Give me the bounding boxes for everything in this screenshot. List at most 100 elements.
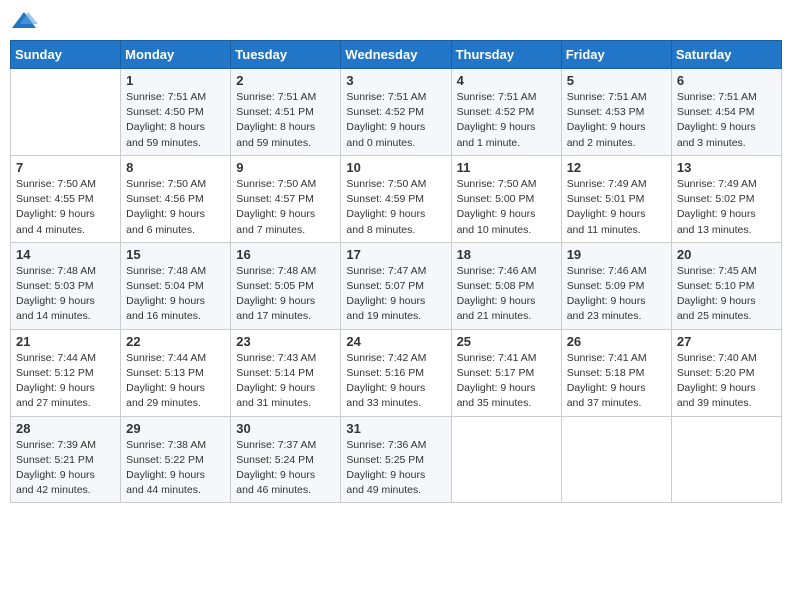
day-info: Sunrise: 7:41 AM Sunset: 5:17 PM Dayligh…: [457, 351, 556, 412]
day-info: Sunrise: 7:50 AM Sunset: 5:00 PM Dayligh…: [457, 177, 556, 238]
day-number: 28: [16, 421, 115, 436]
day-info: Sunrise: 7:51 AM Sunset: 4:54 PM Dayligh…: [677, 90, 776, 151]
calendar-cell: 28 Sunrise: 7:39 AM Sunset: 5:21 PM Dayli…: [11, 416, 121, 503]
day-info: Sunrise: 7:45 AM Sunset: 5:10 PM Dayligh…: [677, 264, 776, 325]
week-row-3: 21 Sunrise: 7:44 AM Sunset: 5:12 PM Dayli…: [11, 329, 782, 416]
calendar-cell: 26 Sunrise: 7:41 AM Sunset: 5:18 PM Dayli…: [561, 329, 671, 416]
day-number: 15: [126, 247, 225, 262]
week-row-4: 28 Sunrise: 7:39 AM Sunset: 5:21 PM Dayli…: [11, 416, 782, 503]
week-row-1: 7Sunrise: 7:50 AM Sunset: 4:55 PM Daylig…: [11, 155, 782, 242]
calendar-cell: 8Sunrise: 7:50 AM Sunset: 4:56 PM Daylig…: [121, 155, 231, 242]
calendar-cell: 29 Sunrise: 7:38 AM Sunset: 5:22 PM Dayli…: [121, 416, 231, 503]
calendar-cell: 11 Sunrise: 7:50 AM Sunset: 5:00 PM Dayli…: [451, 155, 561, 242]
day-number: 23: [236, 334, 335, 349]
calendar-cell: 19Sunrise: 7:46 AM Sunset: 5:09 PM Dayli…: [561, 242, 671, 329]
calendar-cell: 7Sunrise: 7:50 AM Sunset: 4:55 PM Daylig…: [11, 155, 121, 242]
day-number: 5: [567, 73, 666, 88]
day-info: Sunrise: 7:50 AM Sunset: 4:55 PM Dayligh…: [16, 177, 115, 238]
day-info: Sunrise: 7:44 AM Sunset: 5:13 PM Dayligh…: [126, 351, 225, 412]
day-info: Sunrise: 7:41 AM Sunset: 5:18 PM Dayligh…: [567, 351, 666, 412]
calendar-cell: [561, 416, 671, 503]
day-number: 25: [457, 334, 556, 349]
week-row-2: 14 Sunrise: 7:48 AM Sunset: 5:03 PM Dayli…: [11, 242, 782, 329]
day-info: Sunrise: 7:48 AM Sunset: 5:05 PM Dayligh…: [236, 264, 335, 325]
day-number: 14: [16, 247, 115, 262]
day-info: Sunrise: 7:44 AM Sunset: 5:12 PM Dayligh…: [16, 351, 115, 412]
day-info: Sunrise: 7:50 AM Sunset: 4:57 PM Dayligh…: [236, 177, 335, 238]
calendar-cell: 15 Sunrise: 7:48 AM Sunset: 5:04 PM Dayli…: [121, 242, 231, 329]
day-number: 21: [16, 334, 115, 349]
calendar-cell: 14 Sunrise: 7:48 AM Sunset: 5:03 PM Dayli…: [11, 242, 121, 329]
day-info: Sunrise: 7:37 AM Sunset: 5:24 PM Dayligh…: [236, 438, 335, 499]
day-number: 17: [346, 247, 445, 262]
calendar-header: SundayMondayTuesdayWednesdayThursdayFrid…: [11, 41, 782, 69]
day-info: Sunrise: 7:50 AM Sunset: 4:56 PM Dayligh…: [126, 177, 225, 238]
day-number: 10: [346, 160, 445, 175]
day-number: 31: [346, 421, 445, 436]
day-info: Sunrise: 7:46 AM Sunset: 5:08 PM Dayligh…: [457, 264, 556, 325]
day-number: 13: [677, 160, 776, 175]
calendar-cell: 30Sunrise: 7:37 AM Sunset: 5:24 PM Dayli…: [231, 416, 341, 503]
calendar-cell: 24 Sunrise: 7:42 AM Sunset: 5:16 PM Dayli…: [341, 329, 451, 416]
calendar-cell: 13 Sunrise: 7:49 AM Sunset: 5:02 PM Dayli…: [671, 155, 781, 242]
calendar-cell: 17 Sunrise: 7:47 AM Sunset: 5:07 PM Dayli…: [341, 242, 451, 329]
day-number: 2: [236, 73, 335, 88]
calendar-cell: 22 Sunrise: 7:44 AM Sunset: 5:13 PM Dayli…: [121, 329, 231, 416]
header-day-tuesday: Tuesday: [231, 41, 341, 69]
day-info: Sunrise: 7:39 AM Sunset: 5:21 PM Dayligh…: [16, 438, 115, 499]
calendar-cell: 6 Sunrise: 7:51 AM Sunset: 4:54 PM Daylig…: [671, 69, 781, 156]
day-info: Sunrise: 7:48 AM Sunset: 5:03 PM Dayligh…: [16, 264, 115, 325]
day-number: 26: [567, 334, 666, 349]
logo-icon: [10, 10, 38, 32]
day-info: Sunrise: 7:51 AM Sunset: 4:52 PM Dayligh…: [346, 90, 445, 151]
day-number: 19: [567, 247, 666, 262]
calendar-cell: [671, 416, 781, 503]
page-header: [10, 10, 782, 32]
calendar-cell: 12Sunrise: 7:49 AM Sunset: 5:01 PM Dayli…: [561, 155, 671, 242]
calendar-cell: 27 Sunrise: 7:40 AM Sunset: 5:20 PM Dayli…: [671, 329, 781, 416]
calendar-cell: 31Sunrise: 7:36 AM Sunset: 5:25 PM Dayli…: [341, 416, 451, 503]
week-row-0: 1Sunrise: 7:51 AM Sunset: 4:50 PM Daylig…: [11, 69, 782, 156]
calendar-table: SundayMondayTuesdayWednesdayThursdayFrid…: [10, 40, 782, 503]
day-info: Sunrise: 7:51 AM Sunset: 4:52 PM Dayligh…: [457, 90, 556, 151]
calendar-cell: 9 Sunrise: 7:50 AM Sunset: 4:57 PM Daylig…: [231, 155, 341, 242]
calendar-cell: [11, 69, 121, 156]
day-number: 29: [126, 421, 225, 436]
day-info: Sunrise: 7:42 AM Sunset: 5:16 PM Dayligh…: [346, 351, 445, 412]
calendar-cell: 20 Sunrise: 7:45 AM Sunset: 5:10 PM Dayli…: [671, 242, 781, 329]
day-number: 11: [457, 160, 556, 175]
day-number: 24: [346, 334, 445, 349]
header-day-sunday: Sunday: [11, 41, 121, 69]
calendar-body: 1Sunrise: 7:51 AM Sunset: 4:50 PM Daylig…: [11, 69, 782, 503]
calendar-cell: 16Sunrise: 7:48 AM Sunset: 5:05 PM Dayli…: [231, 242, 341, 329]
header-day-thursday: Thursday: [451, 41, 561, 69]
calendar-cell: 3Sunrise: 7:51 AM Sunset: 4:52 PM Daylig…: [341, 69, 451, 156]
day-number: 20: [677, 247, 776, 262]
day-number: 18: [457, 247, 556, 262]
calendar-cell: 4Sunrise: 7:51 AM Sunset: 4:52 PM Daylig…: [451, 69, 561, 156]
day-info: Sunrise: 7:51 AM Sunset: 4:51 PM Dayligh…: [236, 90, 335, 151]
day-info: Sunrise: 7:38 AM Sunset: 5:22 PM Dayligh…: [126, 438, 225, 499]
day-info: Sunrise: 7:49 AM Sunset: 5:02 PM Dayligh…: [677, 177, 776, 238]
calendar-cell: 5 Sunrise: 7:51 AM Sunset: 4:53 PM Daylig…: [561, 69, 671, 156]
day-number: 6: [677, 73, 776, 88]
calendar-cell: 10 Sunrise: 7:50 AM Sunset: 4:59 PM Dayli…: [341, 155, 451, 242]
day-info: Sunrise: 7:40 AM Sunset: 5:20 PM Dayligh…: [677, 351, 776, 412]
day-number: 1: [126, 73, 225, 88]
day-info: Sunrise: 7:47 AM Sunset: 5:07 PM Dayligh…: [346, 264, 445, 325]
calendar-cell: 23 Sunrise: 7:43 AM Sunset: 5:14 PM Dayli…: [231, 329, 341, 416]
day-info: Sunrise: 7:51 AM Sunset: 4:53 PM Dayligh…: [567, 90, 666, 151]
calendar-cell: 21 Sunrise: 7:44 AM Sunset: 5:12 PM Dayli…: [11, 329, 121, 416]
calendar-cell: 1Sunrise: 7:51 AM Sunset: 4:50 PM Daylig…: [121, 69, 231, 156]
day-info: Sunrise: 7:43 AM Sunset: 5:14 PM Dayligh…: [236, 351, 335, 412]
header-day-wednesday: Wednesday: [341, 41, 451, 69]
day-number: 27: [677, 334, 776, 349]
day-number: 22: [126, 334, 225, 349]
day-info: Sunrise: 7:50 AM Sunset: 4:59 PM Dayligh…: [346, 177, 445, 238]
calendar-cell: [451, 416, 561, 503]
day-number: 12: [567, 160, 666, 175]
calendar-cell: 18 Sunrise: 7:46 AM Sunset: 5:08 PM Dayli…: [451, 242, 561, 329]
day-info: Sunrise: 7:48 AM Sunset: 5:04 PM Dayligh…: [126, 264, 225, 325]
header-day-saturday: Saturday: [671, 41, 781, 69]
day-number: 9: [236, 160, 335, 175]
